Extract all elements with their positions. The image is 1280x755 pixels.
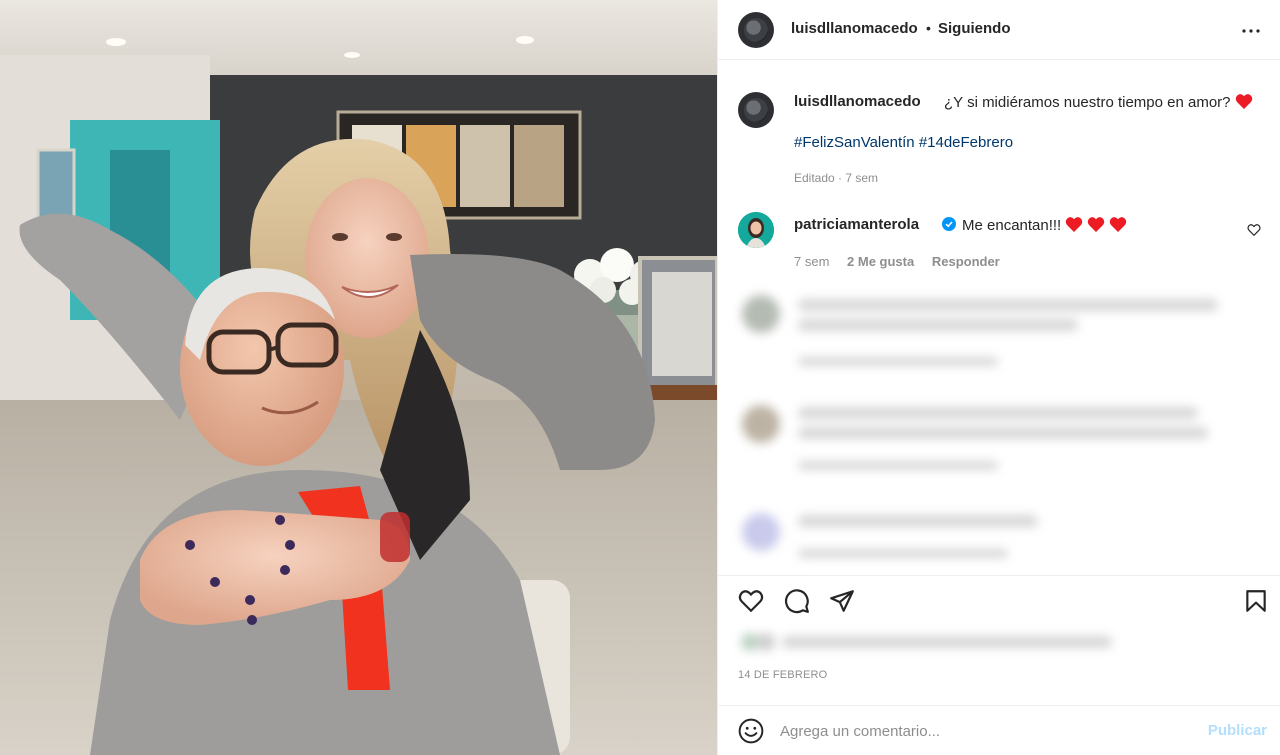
publish-button[interactable]: Publicar: [1208, 722, 1267, 739]
comment-meta: 7 sem 2 Me gusta Responder: [794, 254, 1014, 269]
blurred-text: [798, 461, 998, 470]
caption-text-wrap: ¿Y si midiéramos nuestro tiempo en amor?: [944, 93, 1253, 111]
blurred-comments: [728, 285, 1280, 575]
caption-meta: Editado · 7 sem: [794, 171, 879, 185]
verified-badge-icon: [942, 217, 956, 231]
heart-icon[interactable]: [738, 588, 764, 614]
comment-time: 7 sem: [794, 254, 830, 269]
blurred-likes-shape: [741, 633, 1112, 651]
comment-bubble-icon[interactable]: [784, 588, 810, 614]
comment-input[interactable]: [780, 718, 1180, 744]
bookmark-icon[interactable]: [1243, 588, 1269, 614]
blurred-text: [798, 299, 1218, 311]
comment-text-wrap: Me encantan!!!: [962, 216, 1127, 234]
red-heart-emoji: [1235, 94, 1252, 109]
post-date: 14 DE FEBRERO: [738, 669, 828, 681]
following-button[interactable]: Siguiendo: [938, 20, 1011, 37]
reply-button[interactable]: Responder: [932, 254, 1000, 269]
blurred-text: [798, 549, 1008, 558]
comment-like-heart-icon[interactable]: [1247, 223, 1261, 237]
red-heart-emoji: [1109, 217, 1127, 232]
post-photo[interactable]: [0, 0, 717, 755]
red-heart-emoji: [1065, 217, 1083, 232]
commenter-avatar[interactable]: [738, 212, 774, 248]
author-username[interactable]: luisdllanomacedo: [791, 20, 918, 37]
paper-plane-icon[interactable]: [829, 588, 855, 614]
hashtag-link[interactable]: #FelizSanValentín: [794, 134, 915, 151]
comment-item: patriciamanterola Me encantan!!! 7 sem 2…: [738, 212, 1268, 272]
blurred-comment: [728, 395, 1280, 475]
blurred-text: [798, 427, 1208, 439]
blurred-text: [798, 515, 1038, 527]
more-horizontal-icon[interactable]: [1239, 19, 1263, 43]
author-avatar[interactable]: [738, 12, 774, 48]
blurred-avatar: [742, 513, 780, 551]
blurred-avatar: [742, 295, 780, 333]
blurred-avatar: [742, 405, 780, 443]
comment-likes[interactable]: 2 Me gusta: [847, 254, 914, 269]
blurred-comment: [728, 285, 1280, 366]
comment-text: Me encantan!!!: [962, 217, 1062, 234]
post-header: luisdllanomacedo • Siguiendo: [718, 0, 1280, 60]
blurred-comment: [728, 503, 1280, 583]
smiley-icon[interactable]: [738, 718, 764, 744]
blurred-text: [798, 319, 1078, 331]
comment-composer: Publicar: [718, 705, 1280, 755]
post-side-panel: luisdllanomacedo • Siguiendo luisdllanom…: [717, 0, 1280, 755]
header-separator: •: [926, 20, 931, 36]
caption-hashtags: #FelizSanValentín #14deFebrero: [794, 134, 1013, 151]
blurred-text: [798, 357, 998, 366]
blurred-likes: [740, 632, 1120, 652]
red-heart-emoji: [1087, 217, 1105, 232]
caption-text: ¿Y si midiéramos nuestro tiempo en amor?: [944, 94, 1231, 111]
photo-illustration: [0, 0, 717, 755]
commenter-photo: [738, 212, 774, 248]
post-actions: [718, 575, 1280, 625]
caption-username[interactable]: luisdllanomacedo: [794, 93, 921, 110]
hashtag-link[interactable]: #14deFebrero: [919, 134, 1013, 151]
caption-avatar[interactable]: [738, 92, 774, 128]
commenter-username[interactable]: patriciamanterola: [794, 216, 919, 233]
blurred-text: [798, 407, 1198, 419]
